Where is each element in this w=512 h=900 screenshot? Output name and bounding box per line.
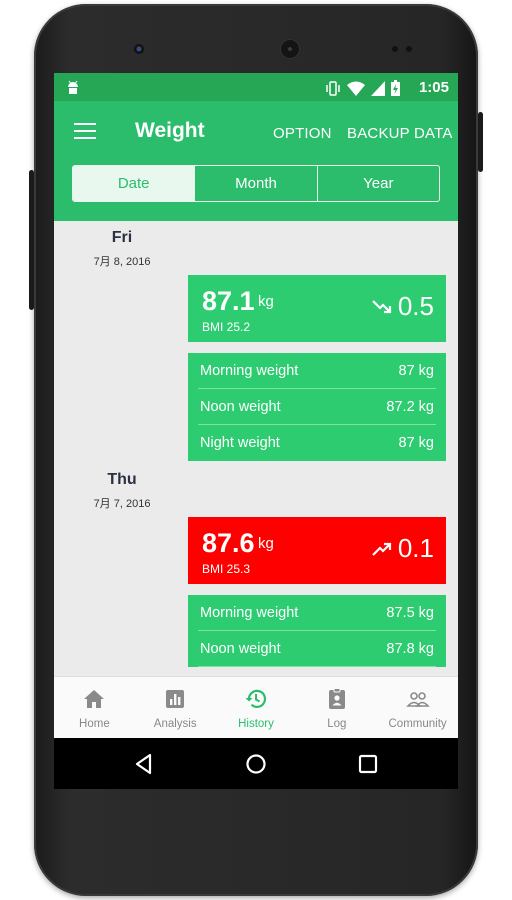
reading-label: Noon weight bbox=[200, 641, 281, 657]
reading-row[interactable]: Noon weight 87.2 kg bbox=[188, 389, 446, 425]
earpiece-speaker bbox=[281, 40, 299, 58]
community-icon bbox=[405, 692, 430, 707]
nav-community[interactable]: Community bbox=[377, 677, 458, 739]
weight-unit: kg bbox=[258, 535, 274, 552]
reading-label: Morning weight bbox=[200, 363, 299, 379]
clock: 1:05 bbox=[418, 79, 449, 96]
reading-value: 87.5 kg bbox=[386, 605, 434, 621]
reading-value: 87 kg bbox=[398, 363, 434, 379]
backup-data-button[interactable]: BACKUP DATA bbox=[347, 125, 453, 142]
day-date: 7月 7, 2016 bbox=[93, 498, 151, 510]
row-divider bbox=[198, 666, 436, 667]
reading-value: 87 kg bbox=[398, 435, 434, 451]
nav-analysis[interactable]: Analysis bbox=[135, 677, 216, 739]
reading-value: 87.8 kg bbox=[386, 641, 434, 657]
system-navigation-bar bbox=[54, 738, 458, 789]
day-name: Thu bbox=[107, 471, 137, 488]
nav-label: History bbox=[238, 718, 274, 730]
power-button bbox=[478, 112, 483, 172]
menu-icon[interactable] bbox=[74, 123, 96, 141]
segment-month[interactable]: Month bbox=[195, 166, 318, 201]
back-icon[interactable] bbox=[132, 752, 156, 776]
history-icon bbox=[245, 689, 267, 708]
nav-history[interactable]: History bbox=[216, 677, 297, 739]
segment-date[interactable]: Date bbox=[73, 166, 196, 201]
reading-row[interactable]: Morning weight 87.5 kg bbox=[188, 595, 446, 631]
reading-row[interactable]: Noon weight 87.8 kg bbox=[188, 631, 446, 667]
day-name: Fri bbox=[111, 229, 133, 246]
recents-icon[interactable] bbox=[356, 752, 380, 776]
weight-change: 0.5 bbox=[372, 291, 434, 322]
wifi-icon bbox=[347, 81, 365, 96]
status-bar: 1:05 bbox=[54, 73, 458, 101]
daily-weight-card[interactable]: 87.6 kg BMI 25.3 0.1 bbox=[188, 517, 446, 584]
option-button[interactable]: OPTION bbox=[273, 125, 332, 142]
bmi-value: BMI 25.2 bbox=[202, 320, 251, 334]
page-title: Weight bbox=[135, 119, 205, 142]
daily-weight-card[interactable]: 87.1 kg BMI 25.2 0.5 bbox=[188, 275, 446, 342]
change-value: 0.5 bbox=[397, 291, 434, 321]
reading-value: 87.2 kg bbox=[386, 399, 434, 415]
app-bar: Weight OPTION BACKUP DATA Date Month Yea… bbox=[54, 101, 458, 221]
battery-charging-icon bbox=[391, 80, 400, 96]
home-button-icon[interactable] bbox=[244, 752, 268, 776]
day-date: 7月 8, 2016 bbox=[93, 256, 151, 268]
weight-value: 87.1 bbox=[202, 286, 255, 316]
vibrate-icon bbox=[326, 80, 340, 96]
change-value: 0.1 bbox=[397, 533, 434, 563]
proximity-sensor bbox=[392, 46, 398, 52]
nav-label: Home bbox=[79, 718, 110, 730]
weight-value: 87.6 bbox=[202, 528, 255, 558]
screen: 1:05 Weight OPTION BACKUP DATA Date Mont… bbox=[54, 73, 458, 789]
android-debug-icon bbox=[68, 80, 78, 94]
trending-down-icon bbox=[372, 299, 391, 313]
volume-rocker bbox=[29, 170, 34, 310]
signal-icon bbox=[371, 80, 385, 96]
nav-label: Log bbox=[327, 718, 347, 730]
reading-label: Noon weight bbox=[200, 399, 281, 415]
analysis-icon bbox=[166, 690, 185, 708]
home-icon bbox=[84, 690, 105, 708]
reading-label: Night weight bbox=[200, 435, 280, 451]
light-sensor bbox=[406, 46, 412, 52]
nav-label: Community bbox=[388, 718, 447, 730]
bmi-value: BMI 25.3 bbox=[202, 562, 251, 576]
reading-row[interactable]: Night weight 87 kg bbox=[188, 425, 446, 461]
nav-label: Analysis bbox=[153, 718, 197, 730]
weight-change: 0.1 bbox=[372, 533, 434, 564]
reading-row[interactable]: Morning weight 87 kg bbox=[188, 353, 446, 389]
readings-list: Morning weight 87 kg Noon weight 87.2 kg… bbox=[188, 353, 446, 461]
front-camera bbox=[134, 44, 144, 54]
weight-unit: kg bbox=[258, 293, 274, 310]
reading-label: Morning weight bbox=[200, 605, 299, 621]
segment-year[interactable]: Year bbox=[318, 166, 439, 201]
period-segmented-control: Date Month Year bbox=[72, 165, 440, 202]
bottom-navigation: Home Analysis History Log Community bbox=[54, 676, 458, 739]
log-icon bbox=[328, 688, 345, 709]
nav-home[interactable]: Home bbox=[54, 677, 135, 739]
trending-up-icon bbox=[372, 542, 391, 556]
readings-list: Morning weight 87.5 kg Noon weight 87.8 … bbox=[188, 595, 446, 667]
nav-log[interactable]: Log bbox=[296, 677, 377, 739]
